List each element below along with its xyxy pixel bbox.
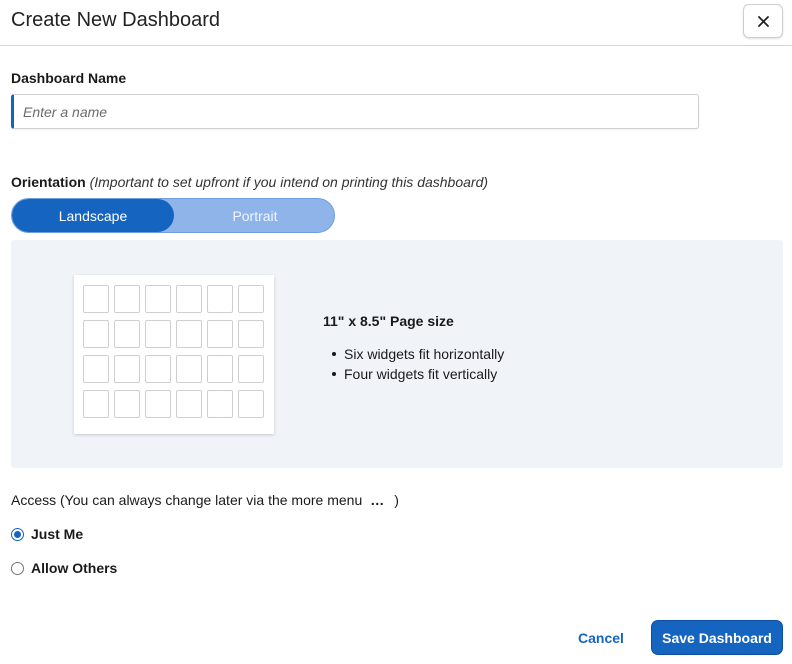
widget-slot xyxy=(83,390,109,418)
widget-slot xyxy=(207,320,233,348)
close-icon xyxy=(757,15,769,27)
dashboard-name-input[interactable] xyxy=(11,94,699,129)
widget-slot xyxy=(114,320,140,348)
dialog-header: Create New Dashboard xyxy=(0,0,792,46)
access-label-close: ) xyxy=(394,492,399,508)
widget-slot xyxy=(114,285,140,313)
access-label: Access (You can always change later via … xyxy=(11,492,363,508)
just-me-radio[interactable] xyxy=(11,527,24,541)
orientation-label: Orientation xyxy=(11,174,86,190)
widget-slot xyxy=(238,320,264,348)
cancel-button[interactable]: Cancel xyxy=(566,622,636,654)
create-dashboard-dialog: Create New Dashboard Dashboard Name Orie… xyxy=(0,0,792,664)
save-dashboard-button[interactable]: Save Dashboard xyxy=(651,620,783,655)
more-menu-icon[interactable]: … xyxy=(370,492,385,508)
widget-slot xyxy=(238,390,264,418)
widget-slot xyxy=(83,320,109,348)
widget-slot xyxy=(176,390,202,418)
orientation-landscape-option[interactable]: Landscape xyxy=(12,199,174,232)
widget-slot xyxy=(207,285,233,313)
access-just-me-option[interactable]: Just Me xyxy=(11,526,83,542)
widget-slot xyxy=(114,390,140,418)
dashboard-name-label: Dashboard Name xyxy=(11,70,127,86)
widget-slot xyxy=(176,320,202,348)
access-heading: Access (You can always change later via … xyxy=(11,492,399,508)
orientation-heading: Orientation (Important to set upfront if… xyxy=(11,174,488,190)
just-me-label: Just Me xyxy=(31,526,84,542)
close-button[interactable] xyxy=(743,4,783,38)
widget-slot xyxy=(145,390,171,418)
orientation-portrait-option[interactable]: Portrait xyxy=(174,199,334,232)
widget-slot xyxy=(145,285,171,313)
widget-slot xyxy=(114,355,140,383)
widget-slot xyxy=(145,320,171,348)
widget-slot xyxy=(176,285,202,313)
layout-facts-list: Six widgets fit horizontally Four widget… xyxy=(331,344,505,384)
widget-slot xyxy=(238,285,264,313)
access-allow-others-option[interactable]: Allow Others xyxy=(11,560,117,576)
orientation-toggle: Landscape Portrait xyxy=(11,198,335,233)
page-size-text: 11" x 8.5" Page size xyxy=(323,313,454,329)
orientation-preview-panel: 11" x 8.5" Page size Six widgets fit hor… xyxy=(11,240,783,468)
list-item: Six widgets fit horizontally xyxy=(331,346,505,362)
orientation-hint: (Important to set upfront if you intend … xyxy=(89,174,489,190)
widget-slot xyxy=(238,355,264,383)
widget-slot xyxy=(83,285,109,313)
list-item: Four widgets fit vertically xyxy=(331,364,504,384)
dialog-title: Create New Dashboard xyxy=(11,9,220,31)
allow-others-label: Allow Others xyxy=(31,560,118,576)
widget-slot xyxy=(145,355,171,383)
widget-slot xyxy=(83,355,109,383)
page-layout-preview xyxy=(74,275,274,434)
widget-slot xyxy=(207,390,233,418)
allow-others-radio[interactable] xyxy=(11,561,24,575)
widget-slot xyxy=(176,355,202,383)
widget-slot xyxy=(207,355,233,383)
